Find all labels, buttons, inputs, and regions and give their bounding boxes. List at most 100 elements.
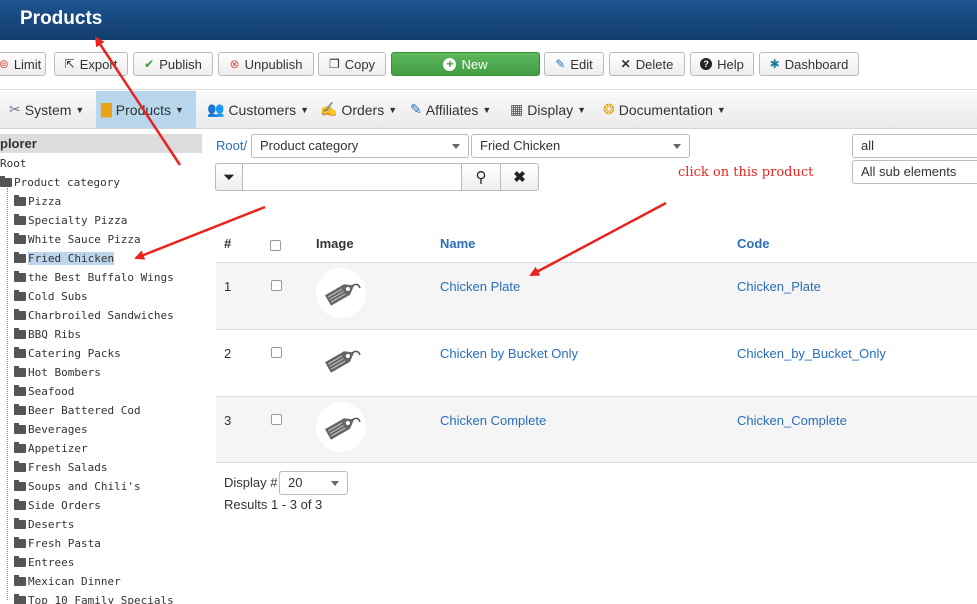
close-icon: ✖ — [513, 169, 526, 186]
row-checkbox[interactable] — [271, 280, 282, 291]
tree-item[interactable]: White Sauce Pizza — [14, 231, 141, 248]
category-select[interactable]: Fried Chicken — [471, 134, 690, 158]
box-icon: ▇ — [101, 101, 112, 117]
product-name-link[interactable]: Chicken Plate — [440, 279, 520, 294]
help-button[interactable]: ? Help — [690, 52, 754, 76]
wrench-icon: ✂ — [9, 101, 21, 117]
folder-icon — [14, 556, 26, 567]
tree-item[interactable]: Specialty Pizza — [14, 212, 127, 229]
tree-item[interactable]: the Best Buffalo Wings — [14, 269, 174, 286]
menu-orders[interactable]: ✍ Orders ▼ — [315, 91, 402, 128]
type-select[interactable]: Product category — [251, 134, 469, 158]
tree-item[interactable]: Fried Chicken — [14, 250, 115, 267]
row-checkbox[interactable] — [271, 347, 282, 358]
tree-item-label: Deserts — [28, 518, 75, 531]
dashboard-icon: ✱ — [769, 57, 780, 71]
product-name-link[interactable]: Chicken by Bucket Only — [440, 346, 578, 361]
col-header-name[interactable]: Name — [440, 236, 475, 251]
filter-button[interactable]: ⏷ — [215, 163, 243, 191]
tree-item[interactable]: Deserts — [14, 516, 74, 533]
product-thumbnail[interactable] — [316, 268, 366, 318]
display-count-label: Display # — [224, 475, 278, 490]
folder-icon — [14, 366, 26, 377]
folder-icon — [14, 290, 26, 301]
display-count-select[interactable]: 20 — [279, 471, 348, 495]
tree-item[interactable]: Seafood — [14, 383, 74, 400]
folder-icon — [14, 347, 26, 358]
help-icon: ? — [700, 58, 713, 70]
search-button[interactable]: ⚲ — [461, 163, 501, 191]
tree-item[interactable]: Appetizer — [14, 440, 88, 457]
tree-item[interactable]: Entrees — [14, 554, 74, 571]
folder-icon — [14, 233, 26, 244]
copy-button[interactable]: ❐ Copy — [318, 52, 386, 76]
tree-item-label: Mexican Dinner — [28, 575, 121, 588]
dashboard-button[interactable]: ✱ Dashboard — [759, 52, 859, 76]
tree-item[interactable]: Pizza — [14, 193, 61, 210]
tree-product-category[interactable]: Product category — [0, 174, 120, 191]
menu-affiliates[interactable]: ✎ Affiliates ▼ — [405, 91, 496, 128]
tree-item-label: Seafood — [28, 385, 75, 398]
tree-item[interactable]: Charbroiled Sandwiches — [14, 307, 174, 324]
tree-item-label: Pizza — [28, 195, 62, 208]
results-count: Results 1 - 3 of 3 — [224, 497, 323, 512]
export-button[interactable]: ⇱ Export — [54, 52, 128, 76]
tree-item[interactable]: Top 10 Family Specials — [14, 592, 174, 604]
tree-item[interactable]: Fresh Salads — [14, 459, 107, 476]
tree-item[interactable]: Beverages — [14, 421, 88, 438]
breadcrumb[interactable]: Root/ — [216, 138, 247, 153]
product-thumbnail[interactable] — [316, 335, 366, 385]
tree-root[interactable]: Root — [0, 155, 27, 172]
tree-item-label: White Sauce Pizza — [28, 233, 141, 246]
product-code-link[interactable]: Chicken_Plate — [737, 279, 821, 294]
product-name-link[interactable]: Chicken Complete — [440, 413, 546, 428]
delete-button[interactable]: ✕ Delete — [609, 52, 685, 76]
tree-item-label: Beer Battered Cod — [28, 404, 141, 417]
clear-search-button[interactable]: ✖ — [500, 163, 539, 191]
tree-item-label: the Best Buffalo Wings — [28, 271, 174, 284]
select-all-checkbox[interactable] — [270, 240, 281, 251]
table-row: 1 Chicken Plate Chicken_Plate — [216, 262, 977, 329]
price-tag-icon — [325, 417, 361, 440]
tree-item[interactable]: Mexican Dinner — [14, 573, 121, 590]
publish-button[interactable]: ✔ Publish — [133, 52, 213, 76]
col-header-image: Image — [316, 236, 354, 251]
product-code-link[interactable]: Chicken_Complete — [737, 413, 847, 428]
tree-item[interactable]: Catering Packs — [14, 345, 121, 362]
product-code-link[interactable]: Chicken_by_Bucket_Only — [737, 346, 886, 361]
tree-item[interactable]: Soups and Chili's — [14, 478, 141, 495]
search-input[interactable] — [242, 163, 462, 191]
tree-item[interactable]: Hot Bombers — [14, 364, 101, 381]
new-button[interactable]: + New — [391, 52, 540, 76]
menu-customers[interactable]: 👥 Customers ▼ — [202, 91, 314, 128]
search-icon: ⚲ — [475, 169, 487, 186]
folder-icon — [14, 423, 26, 434]
unpublish-button[interactable]: ⊗ Unpublish — [218, 52, 314, 76]
menu-system[interactable]: ✂ System ▼ — [4, 91, 89, 128]
edit-button[interactable]: ✎ Edit — [544, 52, 604, 76]
folder-icon — [14, 309, 26, 320]
row-checkbox[interactable] — [271, 414, 282, 425]
status-select[interactable]: all — [852, 134, 977, 158]
product-thumbnail[interactable] — [316, 402, 366, 452]
col-header-code[interactable]: Code — [737, 236, 770, 251]
menu-display[interactable]: ▦ Display ▼ — [505, 91, 591, 128]
tree-item-label: Hot Bombers — [28, 366, 101, 379]
menu-products[interactable]: ▇ Products ▼ — [96, 91, 196, 128]
folder-icon — [14, 480, 26, 491]
tree-item[interactable]: Side Orders — [14, 497, 101, 514]
chevron-down-icon — [673, 144, 681, 149]
tree-item-label: Soups and Chili's — [28, 480, 141, 493]
toolbar: ⊚ Limit ⇱ Export ✔ Publish ⊗ Unpublish ❐… — [0, 40, 977, 90]
row-number: 2 — [224, 346, 232, 361]
tree-guide-line — [7, 188, 8, 600]
tree-item-label: Appetizer — [28, 442, 88, 455]
scope-select[interactable]: All sub elements — [852, 160, 977, 184]
tree-item[interactable]: Beer Battered Cod — [14, 402, 141, 419]
tree-item[interactable]: BBQ Ribs — [14, 326, 81, 343]
tree-item[interactable]: Cold Subs — [14, 288, 88, 305]
limit-button[interactable]: ⊚ Limit — [0, 52, 46, 76]
tree-item[interactable]: Fresh Pasta — [14, 535, 101, 552]
row-number: 1 — [224, 279, 232, 294]
menu-documentation[interactable]: ❂ Documentation ▼ — [598, 91, 731, 128]
